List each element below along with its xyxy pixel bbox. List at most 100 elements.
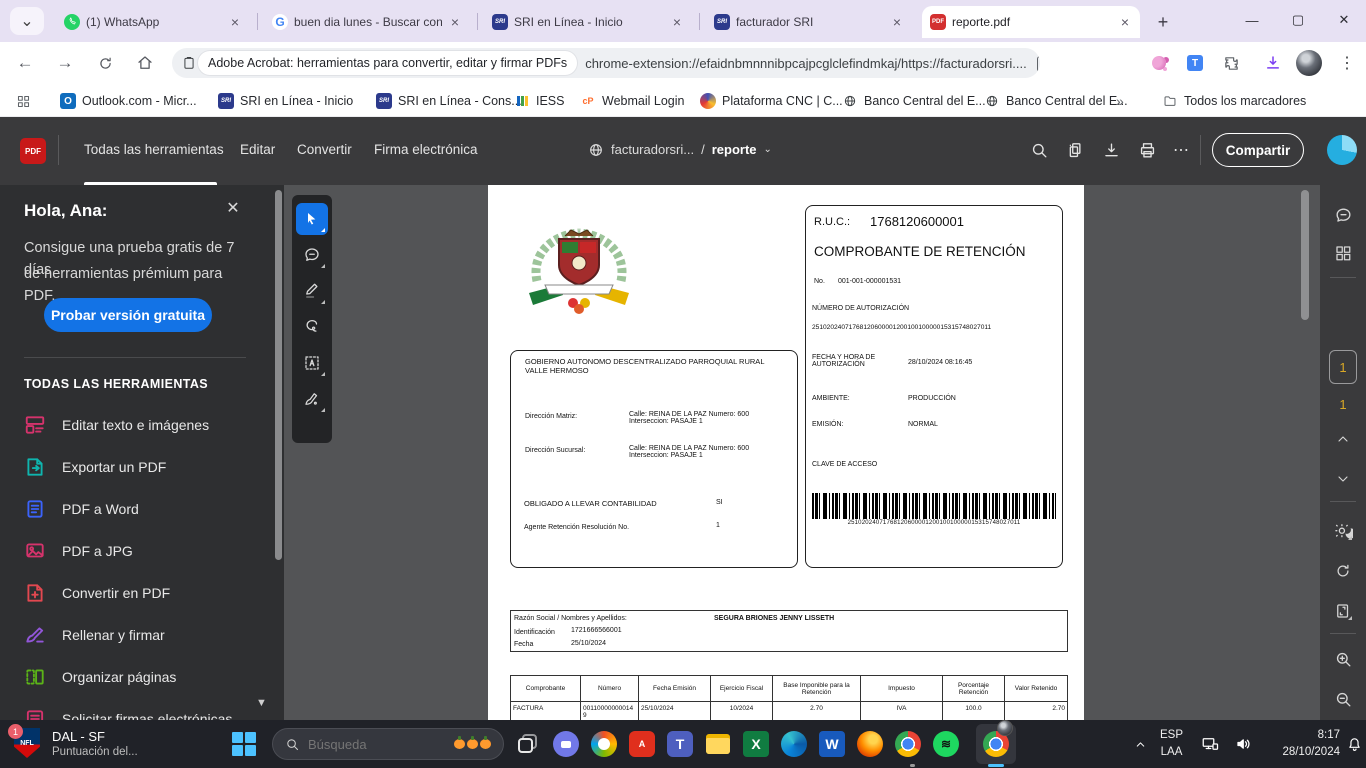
theme-toggle-icon[interactable] [1331, 519, 1355, 543]
tab-reporte-pdf-active[interactable]: PDF reporte.pdf × [922, 6, 1140, 38]
bookmark-outlook[interactable]: OOutlook.com - Micr... [60, 89, 197, 113]
menu-esign[interactable]: Firma electrónica [374, 117, 478, 182]
start-button[interactable] [232, 732, 256, 756]
chat-icon[interactable] [552, 730, 580, 758]
window-maximize-button[interactable]: ▢ [1276, 0, 1320, 40]
tool-export-pdf[interactable]: Exportar un PDF [24, 449, 264, 485]
bookmark-iess[interactable]: IESS [514, 89, 565, 113]
text-box-tool[interactable] [296, 347, 328, 379]
extension-pink-icon[interactable] [1146, 50, 1172, 76]
window-minimize-button[interactable]: — [1230, 0, 1274, 40]
pdf-page[interactable]: R.U.C.: 1768120600001 COMPROBANTE DE RET… [488, 185, 1084, 720]
taskbar-search[interactable] [272, 728, 504, 760]
select-tool[interactable] [296, 203, 328, 235]
page-thumbnail[interactable]: 1 [1329, 350, 1357, 384]
tab-facturador-sri[interactable]: SRI facturador SRI × [706, 6, 912, 38]
tab-whatsapp[interactable]: (1) WhatsApp × [56, 6, 250, 38]
bookmark-banco-central-1[interactable]: Banco Central del E... [842, 89, 986, 113]
url-text[interactable]: chrome-extension://efaidnbmnnnibpcajpcgl… [585, 56, 1027, 71]
file-explorer-icon[interactable] [704, 730, 732, 758]
language-indicator[interactable]: ESPLAA [1160, 727, 1183, 760]
window-close-button[interactable]: ✕ [1322, 0, 1366, 40]
print-icon[interactable] [1134, 137, 1160, 163]
next-page-icon[interactable] [1331, 467, 1355, 491]
tab-search-button[interactable]: ⌄ [10, 7, 44, 35]
tool-organize-pages[interactable]: Organizar páginas [24, 659, 264, 695]
tab-google-search[interactable]: G buen dia lunes - Buscar con × [264, 6, 470, 38]
rotate-page-icon[interactable] [1331, 559, 1355, 583]
volume-icon[interactable] [1230, 730, 1258, 758]
extension-translate-icon[interactable]: T [1182, 50, 1208, 76]
bookmark-banco-central-2[interactable]: Banco Central del E... [984, 89, 1128, 113]
extension-chip[interactable]: Adobe Acrobat: herramientas para convert… [198, 51, 577, 75]
tool-pdf-to-jpg[interactable]: PDF a JPG [24, 533, 264, 569]
menu-all-tools[interactable]: Todas las herramientas [84, 117, 224, 182]
omnibox[interactable]: Adobe Acrobat: herramientas para convert… [172, 48, 1040, 78]
excel-icon[interactable]: X [742, 730, 770, 758]
word-icon[interactable]: W [818, 730, 846, 758]
thumbnails-panel-icon[interactable] [1331, 241, 1355, 265]
tab-close-icon[interactable]: × [228, 14, 242, 30]
bookmark-cnc[interactable]: Plataforma CNC | C... [700, 89, 843, 113]
menu-convert[interactable]: Convertir [297, 117, 352, 182]
highlight-tool[interactable] [296, 275, 328, 307]
try-free-button[interactable]: Probar versión gratuita [44, 298, 212, 332]
acrobat-app-icon[interactable]: A [628, 730, 656, 758]
network-icon[interactable] [1196, 730, 1224, 758]
pdf-scrollbar[interactable] [1301, 190, 1309, 320]
sidebar-scrollbar[interactable] [275, 190, 282, 560]
chevron-down-icon[interactable]: ⌄ [764, 144, 772, 155]
edge-icon[interactable] [780, 730, 808, 758]
tool-pdf-to-word[interactable]: PDF a Word [24, 491, 264, 527]
tool-create-pdf[interactable]: Convertir en PDF [24, 575, 264, 611]
comment-tool[interactable] [296, 239, 328, 271]
extensions-puzzle-icon[interactable] [1218, 50, 1244, 76]
clock[interactable]: 8:1728/10/2024 [1272, 727, 1340, 760]
tool-fill-sign[interactable]: Rellenar y firmar [24, 617, 264, 653]
translate-page-icon[interactable]: T [1037, 54, 1040, 73]
apps-grid-icon[interactable] [16, 89, 31, 113]
comments-panel-icon[interactable] [1331, 203, 1355, 227]
profile-avatar[interactable] [1296, 50, 1322, 76]
firefox-icon[interactable] [856, 730, 884, 758]
lasso-tool[interactable] [296, 311, 328, 343]
document-breadcrumb[interactable]: facturadorsri... / reporte ⌄ [588, 117, 772, 182]
new-tab-button[interactable]: + [1150, 9, 1176, 35]
tab-close-icon[interactable]: × [890, 14, 904, 30]
zoom-out-icon[interactable] [1331, 687, 1355, 711]
download-browser-icon[interactable] [1260, 50, 1286, 76]
bookmarks-overflow-icon[interactable]: » [1116, 89, 1124, 113]
spotify-icon[interactable]: ≋ [932, 730, 960, 758]
copilot-icon[interactable] [590, 730, 618, 758]
forward-icon[interactable]: → [52, 50, 78, 76]
chrome-icon[interactable] [894, 730, 922, 758]
zoom-in-icon[interactable] [1331, 647, 1355, 671]
more-options-icon[interactable]: ⋯ [1168, 137, 1194, 163]
menu-edit[interactable]: Editar [240, 117, 275, 182]
pages-icon[interactable] [1062, 137, 1088, 163]
reload-icon[interactable] [92, 50, 118, 76]
search-input[interactable] [308, 737, 438, 752]
tab-close-icon[interactable]: × [670, 14, 684, 30]
acrobat-avatar[interactable] [1327, 135, 1357, 165]
tool-request-signatures[interactable]: Solicitar firmas electrónicas [24, 701, 264, 720]
widget-subtitle[interactable]: Puntuación del... [52, 746, 138, 758]
acrobat-logo-icon[interactable]: PDF [20, 138, 46, 164]
previous-page-icon[interactable] [1331, 427, 1355, 451]
back-icon[interactable]: ← [12, 50, 38, 76]
tool-edit-text-images[interactable]: Editar texto e imágenes [24, 407, 264, 443]
task-view-icon[interactable] [514, 730, 542, 758]
all-bookmarks[interactable]: Todos los marcadores [1162, 89, 1306, 113]
home-icon[interactable] [132, 50, 158, 76]
tab-sri-inicio[interactable]: SRI SRI en Línea - Inicio × [484, 6, 692, 38]
bookmark-sri-consultas[interactable]: SRISRI en Línea - Cons... [376, 89, 522, 113]
sidebar-scroll-down-icon[interactable]: ▼ [256, 697, 267, 709]
teams-icon[interactable]: T [666, 730, 694, 758]
tab-close-icon[interactable]: × [1118, 14, 1132, 30]
fit-page-icon[interactable] [1331, 599, 1355, 623]
bookmark-webmail[interactable]: cPWebmail Login [580, 89, 684, 113]
browser-menu-icon[interactable]: ⋮ [1334, 50, 1360, 76]
bookmark-sri-inicio[interactable]: SRISRI en Línea - Inicio [218, 89, 353, 113]
signature-tool[interactable] [296, 383, 328, 415]
close-panel-icon[interactable]: ✕ [222, 197, 244, 219]
